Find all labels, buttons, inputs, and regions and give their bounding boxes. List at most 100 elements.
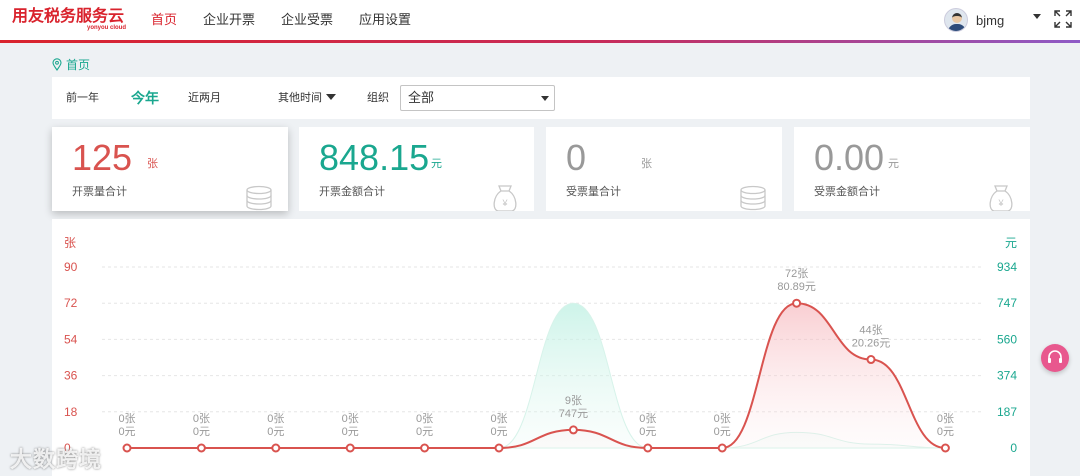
stat-card-received-amount[interactable]: 0.00 元 受票金额合计 ¥ <box>794 127 1030 211</box>
y-left-tick: 54 <box>64 332 78 346</box>
brand-logo[interactable]: 用友税务服务云 yonyou cloud <box>12 8 130 34</box>
stat-value: 0 <box>566 137 587 178</box>
data-point <box>866 355 876 365</box>
filter-two-months[interactable]: 近两月 <box>188 77 221 119</box>
data-point <box>345 443 355 453</box>
customer-service-button[interactable] <box>1041 344 1069 372</box>
brand-name: 用友税务服务云 <box>12 8 125 25</box>
data-label-count: 0张 <box>490 412 507 425</box>
data-point <box>196 443 206 453</box>
stat-value: 0.00 <box>814 137 885 178</box>
y-right-unit: 元 <box>1005 236 1017 250</box>
data-label-count: 44张 <box>859 324 882 337</box>
caret-down-icon[interactable] <box>1033 14 1041 19</box>
data-point <box>643 443 653 453</box>
data-label-count: 9张 <box>565 394 582 407</box>
username[interactable]: bjmg <box>976 13 1004 28</box>
invoice-trend-chart-panel: 张元 0 18 36 54 72 90 0 187 374 560 747 934 0张 0元 0张 0元 0张 0… <box>52 219 1030 476</box>
org-select[interactable]: 全部 <box>400 85 555 111</box>
data-label-count: 0张 <box>342 412 359 425</box>
stat-label: 开票量合计 <box>72 186 127 198</box>
y-left-tick: 18 <box>64 405 78 419</box>
stat-label: 开票金额合计 <box>319 186 385 198</box>
stat-card-received-count[interactable]: 0 张 受票量合计 <box>546 127 782 211</box>
data-point <box>717 443 727 453</box>
coin-stack-icon <box>740 185 766 211</box>
location-pin-icon <box>52 58 62 71</box>
filter-this-year[interactable]: 今年 <box>131 77 159 119</box>
filter-bar: 前一年 今年 近两月 其他时间 组织 全部 <box>52 77 1030 119</box>
expand-icon[interactable] <box>1054 10 1072 28</box>
data-label-count: 0张 <box>639 412 656 425</box>
data-label-amount: 80.89元 <box>777 281 816 293</box>
org-select-value: 全部 <box>408 90 435 105</box>
user-avatar[interactable] <box>944 8 968 32</box>
y-right-tick: 187 <box>997 405 1017 419</box>
data-label-amount: 20.26元 <box>852 338 891 350</box>
data-label-count: 0张 <box>267 412 284 425</box>
data-label-amount: 0元 <box>342 426 359 438</box>
svg-text:¥: ¥ <box>997 198 1004 208</box>
data-point <box>940 443 950 453</box>
data-label-amount: 0元 <box>639 426 656 438</box>
nav-item-receive-invoice[interactable]: 企业受票 <box>268 0 346 40</box>
data-point <box>568 425 578 435</box>
data-point <box>271 443 281 453</box>
y-right-tick: 374 <box>997 369 1017 383</box>
stat-unit: 张 <box>641 158 652 170</box>
user-menu[interactable]: bjmg <box>944 8 1004 32</box>
nav-accent-line <box>0 40 1080 43</box>
coin-stack-icon <box>246 185 272 211</box>
top-navbar: 用友税务服务云 yonyou cloud 首页 企业开票 企业受票 应用设置 b… <box>0 0 1080 43</box>
data-label-count: 0张 <box>937 412 954 425</box>
data-label-amount: 747元 <box>559 408 588 420</box>
invoice-trend-chart: 张元0183654729001873745607479340张0元0张0元0张0… <box>64 236 1017 455</box>
data-label-count: 0张 <box>714 412 731 425</box>
data-label-amount: 0元 <box>118 426 135 438</box>
main-nav: 首页 企业开票 企业受票 应用设置 <box>138 0 424 40</box>
filter-prev-year[interactable]: 前一年 <box>66 77 99 119</box>
y-left-tick: 72 <box>64 296 78 310</box>
brand-name-en: yonyou cloud <box>87 25 126 31</box>
caret-down-icon <box>326 94 336 100</box>
stat-unit: 元 <box>431 158 442 170</box>
breadcrumb: 首页 <box>52 56 90 73</box>
y-left-unit: 张 <box>64 236 76 250</box>
svg-text:¥: ¥ <box>501 198 508 208</box>
stat-unit: 元 <box>888 158 899 170</box>
data-label-amount: 0元 <box>416 426 433 438</box>
nav-item-app-settings[interactable]: 应用设置 <box>346 0 424 40</box>
data-label-amount: 0元 <box>193 426 210 438</box>
data-point <box>494 443 504 453</box>
y-left-tick: 36 <box>64 369 78 383</box>
data-label-count: 0张 <box>118 412 135 425</box>
data-label-count: 72张 <box>785 267 808 280</box>
stat-card-issued-amount[interactable]: 848.15 元 开票金额合计 ¥ <box>299 127 534 211</box>
data-label-amount: 0元 <box>267 426 284 438</box>
stat-unit: 张 <box>147 158 158 170</box>
nav-item-home[interactable]: 首页 <box>138 0 190 40</box>
filter-other-time-label: 其他时间 <box>278 92 322 104</box>
data-label-count: 0张 <box>416 412 433 425</box>
breadcrumb-home[interactable]: 首页 <box>66 56 90 73</box>
data-label-count: 0张 <box>193 412 210 425</box>
stat-value: 125 <box>72 137 133 178</box>
stat-value: 848.15 <box>319 137 430 178</box>
filter-other-time[interactable]: 其他时间 <box>278 77 336 119</box>
data-point <box>420 443 430 453</box>
data-point <box>122 443 132 453</box>
chevron-down-icon <box>541 96 549 101</box>
y-right-tick: 0 <box>1010 441 1017 455</box>
money-bag-icon: ¥ <box>989 185 1013 211</box>
stat-label: 受票金额合计 <box>814 186 880 198</box>
stat-card-issued-count[interactable]: 125 张 开票量合计 <box>52 127 288 211</box>
y-right-tick: 934 <box>997 260 1017 274</box>
money-bag-icon: ¥ <box>493 185 517 211</box>
y-left-tick: 90 <box>64 260 78 274</box>
nav-item-issue-invoice[interactable]: 企业开票 <box>190 0 268 40</box>
data-label-amount: 0元 <box>490 426 507 438</box>
y-right-tick: 747 <box>997 296 1017 310</box>
stat-label: 受票量合计 <box>566 186 621 198</box>
watermark: 大数跨境 <box>10 447 103 472</box>
data-label-amount: 0元 <box>714 426 731 438</box>
